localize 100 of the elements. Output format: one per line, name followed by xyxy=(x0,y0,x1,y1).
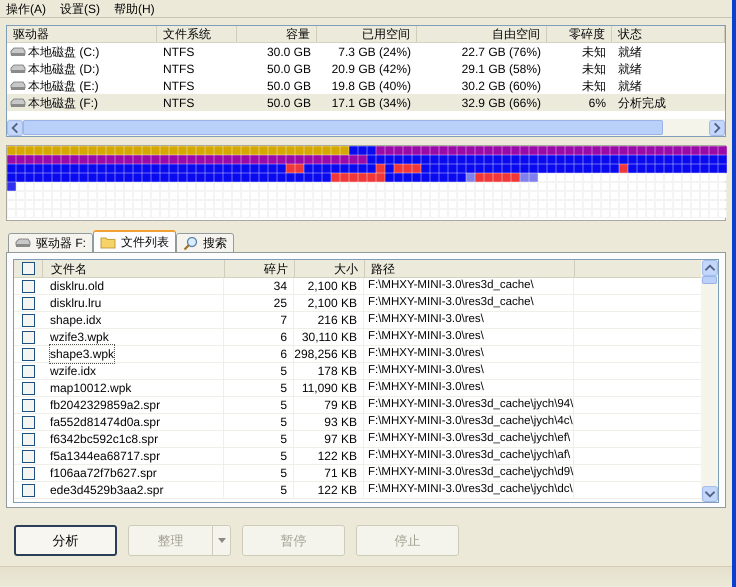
table-cell-text: 30,110 KB xyxy=(302,329,357,346)
table-cell-text: f106aa72f7b627.spr xyxy=(50,465,157,482)
drive-row[interactable]: 本地磁盘 (C:) NTFS 30.0 GB 7.3 GB (24%) 22.7 GB (76%) 未知 就绪 xyxy=(7,43,725,60)
column-header[interactable]: 路径 xyxy=(364,260,574,278)
table-cell-text: F:\MHXY-MINI-3.0\res3d_cache\jych\af\ xyxy=(368,448,570,464)
disk-drive-icon xyxy=(10,64,26,74)
checkbox[interactable] xyxy=(22,280,34,292)
table-cell: NTFS xyxy=(163,44,194,58)
checkbox[interactable] xyxy=(22,364,34,378)
column-header[interactable]: 文件名 xyxy=(42,260,224,278)
scroll-up-icon[interactable] xyxy=(702,260,718,276)
column-header[interactable]: 状态 xyxy=(612,26,725,42)
table-cell-text: wzife3.wpk xyxy=(50,329,109,346)
disk-drive-icon xyxy=(10,98,26,108)
column-header[interactable]: 大小 xyxy=(294,260,364,278)
checkbox[interactable] xyxy=(22,348,34,360)
table-cell-text: 5 xyxy=(280,414,287,431)
table-cell-text: shape.idx xyxy=(50,312,102,329)
table-cell: shape3.wpk xyxy=(50,345,114,363)
drive-row[interactable]: 本地磁盘 (D:) NTFS 50.0 GB 20.9 GB (42%) 29.1 GB (58%) 未知 就绪 xyxy=(7,60,725,77)
table-cell: 6% xyxy=(588,96,606,110)
table-cell-text: 178 KB xyxy=(318,363,357,380)
column-header[interactable]: 自由空间 xyxy=(417,26,547,42)
column-header[interactable]: 容量 xyxy=(237,26,317,42)
column-header[interactable]: 零碎度 xyxy=(547,26,612,42)
column-header[interactable]: 已用空间 xyxy=(317,26,417,42)
column-header[interactable]: 文件系统 xyxy=(157,26,237,42)
table-cell-text: 122 KB xyxy=(318,448,357,465)
menu-item[interactable]: 设置(S) xyxy=(60,0,100,18)
checkbox[interactable] xyxy=(22,416,34,428)
table-cell-text: 5 xyxy=(280,448,287,465)
tab[interactable]: 驱动器 F: xyxy=(8,233,93,252)
checkbox[interactable] xyxy=(22,432,34,446)
table-cell-text: 71 KB xyxy=(324,465,357,482)
table-cell-text: F:\MHXY-MINI-3.0\res3d_cache\jych\dc\ xyxy=(368,482,573,498)
checkbox[interactable] xyxy=(22,484,34,496)
table-cell-text: 25 xyxy=(274,295,287,312)
table-cell: 17.1 GB (34%) xyxy=(332,96,411,110)
table-cell-text: 6 xyxy=(280,346,287,363)
table-cell-text: 2,100 KB xyxy=(308,278,357,295)
tab[interactable]: 搜索 xyxy=(176,233,234,252)
checkbox[interactable] xyxy=(22,262,34,275)
checkbox[interactable] xyxy=(22,450,34,462)
checkbox[interactable] xyxy=(22,330,34,344)
table-cell: NTFS xyxy=(163,62,194,76)
scroll-thumb[interactable] xyxy=(23,120,663,135)
scroll-thumb[interactable] xyxy=(702,276,717,284)
checkbox[interactable] xyxy=(22,314,34,326)
table-cell-text: 93 KB xyxy=(324,414,357,431)
disk-drive-icon xyxy=(10,46,26,56)
table-cell: NTFS xyxy=(163,96,194,110)
drive-row[interactable]: 本地磁盘 (E:) NTFS 50.0 GB 19.8 GB (40%) 30.2 GB (60%) 未知 就绪 xyxy=(7,77,725,94)
dropdown-caret-icon xyxy=(218,538,226,543)
table-cell-text: f6342bc592c1c8.spr xyxy=(50,431,158,448)
table-cell-text: 本地磁盘 (D:) xyxy=(28,60,100,78)
table-cell-text: wzife.idx xyxy=(50,363,96,380)
table-cell: 7.3 GB (24%) xyxy=(338,44,411,58)
table-cell-text: 122 KB xyxy=(318,482,357,499)
table-cell-text: F:\MHXY-MINI-3.0\res3d_cache\ xyxy=(368,278,534,294)
table-cell: 30.0 GB xyxy=(266,44,311,58)
table-cell-text: 5 xyxy=(280,397,287,414)
folder-icon xyxy=(100,236,116,248)
action-button[interactable]: 分析 xyxy=(14,525,117,556)
table-cell-text: fa552d81474d0a.spr xyxy=(50,414,160,431)
scroll-right-icon[interactable] xyxy=(709,120,725,136)
table-cell-text: F:\MHXY-MINI-3.0\res3d_cache\jych\4c\ xyxy=(368,414,573,430)
table-cell: 分析完成 xyxy=(618,96,666,110)
table-cell-text: 5 xyxy=(280,465,287,482)
drive-row[interactable]: 本地磁盘 (F:) NTFS 50.0 GB 17.1 GB (34%) 32.9 GB (66%) 6% 分析完成 xyxy=(7,94,725,111)
table-cell-text: 本地磁盘 (F:) xyxy=(28,94,98,112)
checkbox[interactable] xyxy=(22,382,34,394)
table-cell-text: 5 xyxy=(280,482,287,499)
table-cell: 就绪 xyxy=(618,78,642,92)
scroll-down-icon[interactable] xyxy=(702,486,718,502)
checkbox[interactable] xyxy=(22,466,34,480)
table-cell-text: 2,100 KB xyxy=(308,295,357,312)
table-cell-text: 7 xyxy=(280,312,287,329)
checkbox[interactable] xyxy=(22,398,34,412)
checkbox[interactable] xyxy=(22,296,34,310)
table-cell: 32.9 GB (66%) xyxy=(462,96,541,110)
table-cell-text: fb2042329859a2.spr xyxy=(50,397,160,414)
table-cell: NTFS xyxy=(163,78,194,92)
table-cell: 未知 xyxy=(582,78,606,92)
table-cell-text: 97 KB xyxy=(324,431,357,448)
table-cell: 30.2 GB (60%) xyxy=(462,78,541,92)
table-cell-text: ede3d4529b3aa2.spr xyxy=(50,482,164,499)
table-cell: 20.9 GB (42%) xyxy=(332,62,411,76)
scroll-left-icon[interactable] xyxy=(7,120,23,136)
table-cell-text: 79 KB xyxy=(324,397,357,414)
table-cell-text: 5 xyxy=(280,363,287,380)
disk-drive-icon xyxy=(10,80,26,90)
column-header[interactable]: 驱动器 xyxy=(7,26,157,42)
table-cell-text: F:\MHXY-MINI-3.0\res\ xyxy=(368,346,484,362)
column-header[interactable]: 碎片 xyxy=(224,260,294,278)
menu-item[interactable]: 操作(A) xyxy=(6,0,46,18)
table-cell-text: 6 xyxy=(280,329,287,346)
table-cell-text: 216 KB xyxy=(318,312,357,329)
menu-item[interactable]: 帮助(H) xyxy=(114,0,155,18)
tab[interactable]: 文件列表 xyxy=(93,230,176,252)
table-cell-text: 298,256 KB xyxy=(294,346,357,363)
